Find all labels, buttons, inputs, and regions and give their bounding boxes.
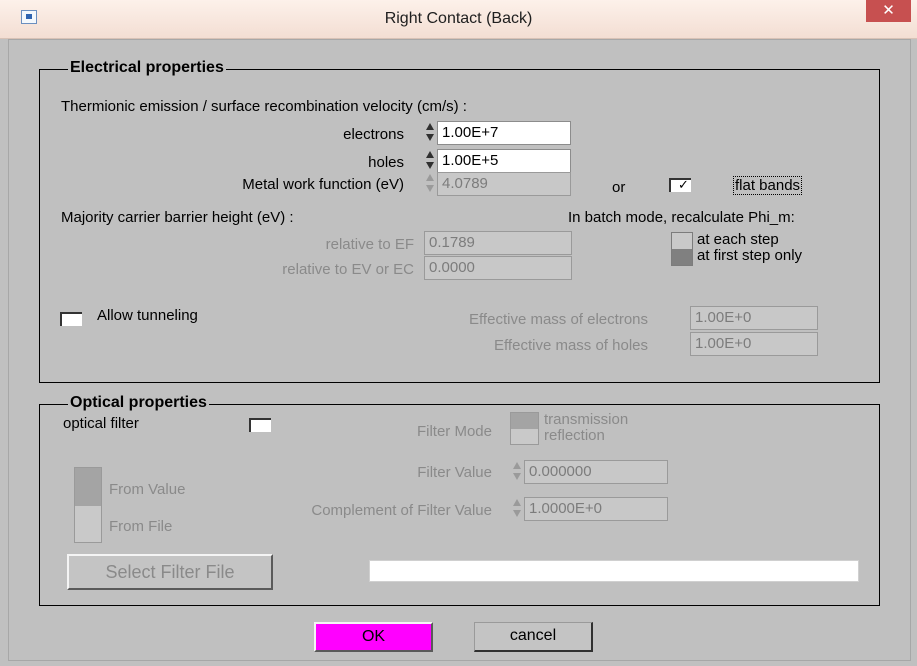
relative-ef-input[interactable]: 0.1789 (424, 231, 572, 255)
recalc-option-first-step[interactable] (672, 249, 692, 265)
work-function-label: Metal work function (eV) (242, 176, 404, 193)
work-function-input[interactable]: 4.0789 (437, 172, 571, 196)
holes-label: holes (368, 154, 404, 171)
electrons-input[interactable]: 1.00E+7 (437, 121, 571, 145)
eff-mass-electrons-input[interactable]: 1.00E+0 (690, 306, 818, 330)
filter-mode-reflection[interactable] (511, 429, 538, 444)
recalc-each-step-label: at each step (697, 231, 779, 248)
transmission-label: transmission (544, 411, 629, 428)
relative-ev-input[interactable]: 0.0000 (424, 256, 572, 280)
holes-input[interactable]: 1.00E+5 (437, 149, 571, 173)
select-filter-file-button[interactable]: Select Filter File (67, 554, 273, 590)
filter-source-toggle[interactable] (74, 467, 102, 543)
electrons-label: electrons (343, 126, 404, 143)
checkmark-icon: ✓ (678, 177, 689, 192)
relative-ef-label: relative to EF (325, 236, 414, 253)
filter-file-path-field[interactable] (369, 560, 859, 582)
relative-ev-label: relative to EV or EC (282, 261, 414, 278)
barrier-height-label: Majority carrier barrier height (eV) : (61, 209, 294, 226)
close-button[interactable]: ✕ (866, 0, 911, 22)
filter-mode-toggle[interactable] (510, 412, 539, 445)
recalc-toggle[interactable] (671, 232, 693, 266)
tunneling-checkbox[interactable] (60, 312, 82, 326)
work-function-spinner-icon[interactable] (424, 173, 436, 195)
cancel-button[interactable]: cancel (474, 622, 593, 652)
reflection-label: reflection (544, 427, 605, 444)
thermionic-label: Thermionic emission / surface recombinat… (61, 98, 467, 115)
title-bar: Right Contact (Back) ✕ (0, 0, 917, 39)
complement-spinner-icon[interactable] (511, 498, 523, 520)
eff-mass-holes-input[interactable]: 1.00E+0 (690, 332, 818, 356)
optical-filter-label: optical filter (63, 415, 139, 432)
from-value-label: From Value (109, 481, 186, 498)
recalc-first-step-label: at first step only (697, 247, 803, 264)
window-title: Right Contact (Back) (384, 10, 533, 27)
tunneling-label: Allow tunneling (97, 307, 198, 324)
from-file-label: From File (109, 518, 173, 535)
eff-mass-electrons-label: Effective mass of electrons (469, 311, 648, 328)
flat-bands-checkbox[interactable]: ✓ (669, 178, 691, 192)
filter-value-input[interactable]: 0.000000 (524, 460, 668, 484)
filter-value-spinner-icon[interactable] (511, 461, 523, 483)
filter-mode-transmission[interactable] (511, 413, 538, 429)
filter-mode-label: Filter Mode (416, 423, 492, 440)
electrical-properties-label: Electrical properties (68, 59, 226, 77)
ok-button[interactable]: OK (314, 622, 433, 652)
optical-properties-label: Optical properties (68, 394, 209, 412)
electrons-spinner-icon[interactable] (424, 122, 436, 144)
eff-mass-holes-label: Effective mass of holes (494, 337, 648, 354)
batch-mode-label: In batch mode, recalculate Phi_m: (568, 209, 795, 226)
complement-input[interactable]: 1.0000E+0 (524, 497, 668, 521)
source-from-file[interactable] (75, 506, 101, 542)
source-from-value[interactable] (75, 468, 101, 506)
holes-spinner-icon[interactable] (424, 150, 436, 172)
flat-bands-label[interactable]: flat bands (733, 176, 803, 195)
or-label: or (612, 179, 626, 196)
recalc-option-each-step[interactable] (672, 233, 692, 249)
filter-value-label: Filter Value (417, 464, 492, 481)
optical-filter-checkbox[interactable] (249, 418, 271, 432)
complement-label: Complement of Filter Value (311, 502, 492, 519)
